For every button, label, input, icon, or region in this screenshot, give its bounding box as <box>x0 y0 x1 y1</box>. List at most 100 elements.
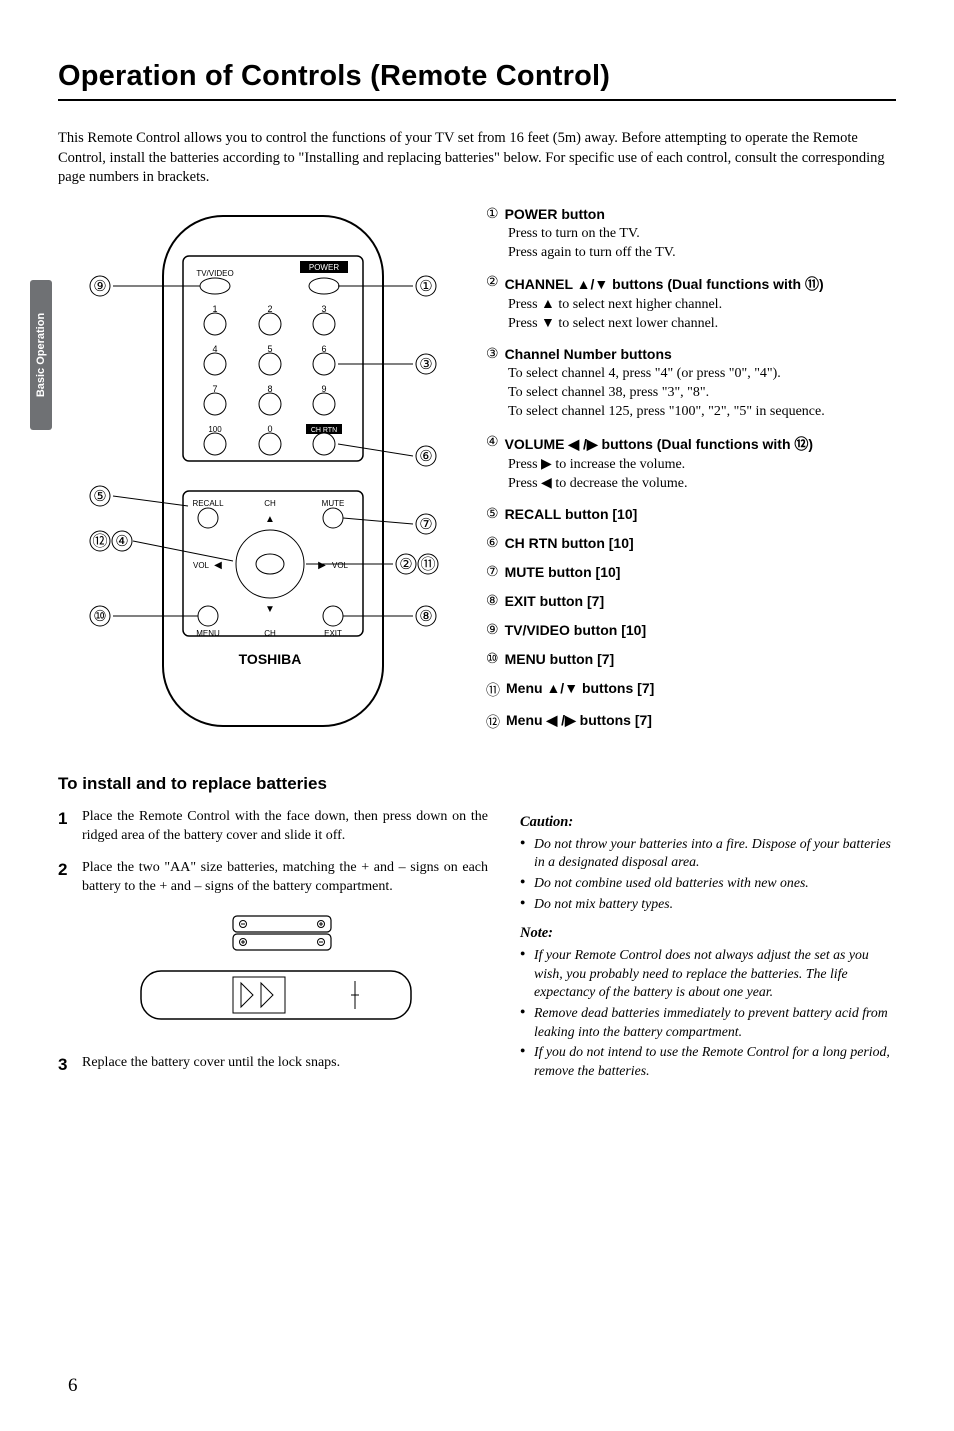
control-title: RECALL button [10] <box>505 506 638 522</box>
control-num: ⑪ <box>486 680 500 700</box>
svg-text:⑦: ⑦ <box>419 517 432 533</box>
control-body: Press to turn on the TV. <box>508 226 640 241</box>
control-num: ⑦ <box>486 564 499 581</box>
control-num: ③ <box>486 346 499 363</box>
svg-text:CH: CH <box>264 629 276 638</box>
svg-text:TV/VIDEO: TV/VIDEO <box>196 269 233 278</box>
svg-text:MUTE: MUTE <box>322 499 345 508</box>
control-num: ⑤ <box>486 506 499 523</box>
control-title: EXIT button [7] <box>505 593 605 609</box>
svg-text:◀: ◀ <box>214 560 222 571</box>
control-title: MUTE button [10] <box>505 564 621 580</box>
control-item-9: ⑨ TV/VIDEO button [10] <box>486 622 896 639</box>
control-item-1: ① POWER button Press to turn on the TV. Pr… <box>486 206 896 263</box>
control-item-10: ⑩MENU button [7] <box>486 651 896 668</box>
control-num: ④ <box>486 434 499 451</box>
install-step-1: 1 Place the Remote Control with the face … <box>58 808 488 846</box>
caution-list: Do not throw your batteries into a fire.… <box>520 835 896 914</box>
svg-text:TOSHIBA: TOSHIBA <box>239 651 302 667</box>
control-body: Press ▶ to increase the volume. <box>508 457 685 472</box>
svg-text:②: ② <box>399 557 412 573</box>
svg-text:RECALL: RECALL <box>192 499 224 508</box>
control-body: To select channel 38, press "3", "8". <box>508 385 709 400</box>
step-number: 2 <box>58 859 72 897</box>
svg-text:⑨: ⑨ <box>93 279 106 295</box>
control-num: ⑨ <box>486 622 499 639</box>
install-step-2: 2 Place the two "AA" size batteries, matc… <box>58 859 488 897</box>
svg-text:⑩: ⑩ <box>93 609 106 625</box>
svg-text:MENU: MENU <box>196 629 220 638</box>
list-item: Do not throw your batteries into a fire.… <box>520 835 896 872</box>
svg-text:POWER: POWER <box>309 263 339 272</box>
control-body: To select channel 125, press "100", "2",… <box>508 404 825 419</box>
control-num: ① <box>486 206 499 223</box>
note-list: If your Remote Control does not always a… <box>520 946 896 1080</box>
page-number: 6 <box>68 1375 78 1397</box>
svg-text:▼: ▼ <box>265 604 275 615</box>
svg-text:①: ① <box>419 279 432 295</box>
svg-text:▶: ▶ <box>318 560 326 571</box>
caution-heading: Caution: <box>520 814 896 831</box>
list-item: If your Remote Control does not always a… <box>520 946 896 1002</box>
page-title: Operation of Controls (Remote Control) <box>58 60 896 93</box>
svg-text:VOL: VOL <box>193 561 210 570</box>
control-item-11: ⑪ Menu ▲/▼ buttons [7] <box>486 680 896 700</box>
control-body: Press ◀ to decrease the volume. <box>508 476 688 491</box>
control-body: Press ▲ to select next higher channel. <box>508 297 722 312</box>
control-num: ② <box>486 274 499 291</box>
svg-text:CH: CH <box>264 499 276 508</box>
svg-text:③: ③ <box>419 357 432 373</box>
svg-text:⑤: ⑤ <box>93 489 106 505</box>
control-num: ⑫ <box>486 712 500 732</box>
control-num: ⑥ <box>486 535 499 552</box>
control-title: CH RTN button [10] <box>505 535 634 551</box>
control-item-3: ③ Channel Number buttons To select channe… <box>486 346 896 422</box>
svg-text:▲: ▲ <box>265 514 275 525</box>
list-item: Remove dead batteries immediately to pre… <box>520 1004 896 1041</box>
control-item-12: ⑫ Menu ◀ /▶ buttons [7] <box>486 712 896 732</box>
svg-text:④: ④ <box>115 534 128 550</box>
note-heading: Note: <box>520 925 896 942</box>
control-item-8: ⑧ EXIT button [7] <box>486 593 896 610</box>
control-item-4: ④ VOLUME ◀ /▶ buttons (Dual functions wit… <box>486 434 896 494</box>
control-title: MENU button [7] <box>505 651 615 667</box>
control-body: To select channel 4, press "4" (or press… <box>508 366 781 381</box>
control-title: Channel Number buttons <box>505 346 672 362</box>
list-item: If you do not intend to use the Remote C… <box>520 1043 896 1080</box>
control-item-5: ⑤ RECALL button [10] <box>486 506 896 523</box>
svg-text:⑪: ⑪ <box>420 556 435 573</box>
step-number: 1 <box>58 808 72 846</box>
svg-text:VOL: VOL <box>332 561 349 570</box>
control-item-7: ⑦ MUTE button [10] <box>486 564 896 581</box>
list-item: Do not mix battery types. <box>520 895 896 914</box>
svg-text:EXIT: EXIT <box>324 629 342 638</box>
svg-text:⑥: ⑥ <box>419 449 432 465</box>
remote-diagram: POWER TV/VIDEO 1 2 3 <box>58 206 458 746</box>
list-item: Do not combine used old batteries with n… <box>520 874 896 893</box>
svg-text:⑧: ⑧ <box>419 609 432 625</box>
control-title: VOLUME ◀ /▶ buttons (Dual functions with… <box>505 434 814 454</box>
step-text: Replace the battery cover until the lock… <box>82 1054 340 1077</box>
title-rule <box>58 99 896 101</box>
remote-svg: POWER TV/VIDEO 1 2 3 <box>58 206 458 746</box>
intro-paragraph: This Remote Control allows you to contro… <box>58 129 896 188</box>
step-text: Place the Remote Control with the face d… <box>82 808 488 846</box>
control-body: Press ▼ to select next lower channel. <box>508 316 718 331</box>
control-item-6: ⑥ CH RTN button [10] <box>486 535 896 552</box>
control-title: POWER button <box>505 206 605 222</box>
step-number: 3 <box>58 1054 72 1077</box>
controls-list: ① POWER button Press to turn on the TV. Pr… <box>486 206 896 746</box>
step-text: Place the two "AA" size batteries, match… <box>82 859 488 897</box>
control-title: Menu ◀ /▶ buttons [7] <box>506 712 652 729</box>
control-title: TV/VIDEO button [10] <box>505 622 647 638</box>
control-item-2: ② CHANNEL ▲/▼ buttons (Dual functions wit… <box>486 274 896 334</box>
svg-text:⑫: ⑫ <box>92 533 107 550</box>
control-body: Press again to turn off the TV. <box>508 245 676 260</box>
control-num: ⑧ <box>486 593 499 610</box>
control-title: Menu ▲/▼ buttons [7] <box>506 680 654 696</box>
side-tab: Basic Operation <box>30 280 52 430</box>
side-tab-label: Basic Operation <box>35 313 47 397</box>
install-heading: To install and to replace batteries <box>58 774 488 794</box>
control-title: CHANNEL ▲/▼ buttons (Dual functions with… <box>505 274 824 294</box>
battery-figure <box>123 911 423 1036</box>
